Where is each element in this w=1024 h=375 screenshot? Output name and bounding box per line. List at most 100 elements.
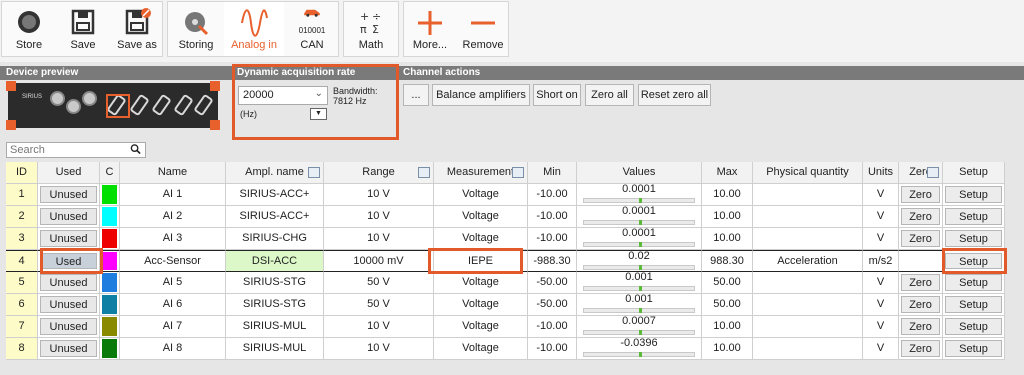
used-cell[interactable]: Unused [38,206,100,228]
max-cell[interactable]: 988.30 [702,250,753,272]
color-cell[interactable] [100,250,120,272]
header-name[interactable]: Name [120,162,226,184]
physical-cell[interactable] [753,228,863,250]
search-input[interactable]: Search [6,142,146,158]
range-cell[interactable]: 10 V [324,316,434,338]
name-cell[interactable]: AI 3 [120,228,226,250]
ampl-cell[interactable]: SIRIUS-MUL [226,338,324,360]
header-physical[interactable]: Physical quantity [753,162,863,184]
min-cell[interactable]: -50.00 [528,272,577,294]
measurement-cell[interactable]: Voltage [434,272,528,294]
used-cell[interactable]: Unused [38,338,100,360]
range-cell[interactable]: 10 V [324,228,434,250]
id-cell[interactable]: 8 [6,338,38,360]
more-actions-button[interactable]: ... [403,84,429,106]
range-cell[interactable]: 10 V [324,338,434,360]
name-cell[interactable]: AI 2 [120,206,226,228]
color-swatch[interactable] [102,185,117,204]
setup-button[interactable]: Setup [945,318,1002,335]
name-cell[interactable]: AI 5 [120,272,226,294]
setup-button[interactable]: Setup [945,230,1002,247]
id-cell[interactable]: 2 [6,206,38,228]
header-range[interactable]: Range [324,162,434,184]
used-cell[interactable]: Unused [38,294,100,316]
header-measurement[interactable]: Measurement [434,162,528,184]
used-cell[interactable]: Unused [38,316,100,338]
setup-cell[interactable]: Setup [943,184,1005,206]
name-cell[interactable]: AI 6 [120,294,226,316]
setup-button[interactable]: Setup [945,208,1002,225]
id-cell[interactable]: 7 [6,316,38,338]
min-cell[interactable]: -10.00 [528,206,577,228]
max-cell[interactable]: 10.00 [702,316,753,338]
max-cell[interactable]: 10.00 [702,338,753,360]
id-cell[interactable]: 1 [6,184,38,206]
analog-in-button[interactable]: Analog in [224,2,284,56]
header-ampl[interactable]: Ampl. name [226,162,324,184]
setup-cell[interactable]: Setup [943,294,1005,316]
units-cell[interactable]: V [863,294,899,316]
id-cell[interactable]: 4 [6,250,38,272]
setup-button[interactable]: Setup [945,274,1002,291]
store-button[interactable]: Store [2,2,56,56]
header-setup[interactable]: Setup [943,162,1005,184]
units-cell[interactable]: V [863,184,899,206]
column-filter-icon[interactable] [512,167,524,178]
physical-cell[interactable]: Acceleration [753,250,863,272]
color-swatch[interactable] [102,229,117,248]
used-toggle[interactable]: Unused [40,186,97,203]
used-toggle[interactable]: Unused [40,208,97,225]
physical-cell[interactable] [753,338,863,360]
ampl-cell[interactable]: DSI-ACC [226,250,324,272]
used-cell[interactable]: Used [38,250,100,272]
used-cell[interactable]: Unused [38,272,100,294]
ampl-cell[interactable]: SIRIUS-ACC+ [226,184,324,206]
column-filter-icon[interactable] [418,167,430,178]
setup-cell[interactable]: Setup [943,316,1005,338]
range-cell[interactable]: 10 V [324,184,434,206]
physical-cell[interactable] [753,206,863,228]
can-button[interactable]: 010001 CAN [284,2,340,56]
max-cell[interactable]: 10.00 [702,184,753,206]
measurement-cell[interactable]: IEPE [434,250,528,272]
reset-zero-all-button[interactable]: Reset zero all [638,84,711,106]
setup-cell[interactable]: Setup [943,206,1005,228]
remove-button[interactable]: Remove [456,2,510,56]
setup-button[interactable]: Setup [945,186,1002,203]
color-cell[interactable] [100,294,120,316]
used-cell[interactable]: Unused [38,228,100,250]
color-cell[interactable] [100,316,120,338]
setup-button[interactable]: Setup [945,340,1002,357]
zero-button[interactable]: Zero [901,340,940,357]
zero-cell[interactable]: Zero [899,316,943,338]
rate-select[interactable]: 20000 ⌄ [238,86,328,105]
storing-button[interactable]: Storing [168,2,224,56]
measurement-cell[interactable]: Voltage [434,228,528,250]
physical-cell[interactable] [753,294,863,316]
id-cell[interactable]: 5 [6,272,38,294]
column-filter-icon[interactable] [308,167,320,178]
min-cell[interactable]: -988.30 [528,250,577,272]
zero-button[interactable]: Zero [901,296,940,313]
used-toggle[interactable]: Unused [40,230,97,247]
units-cell[interactable]: V [863,272,899,294]
name-cell[interactable]: AI 7 [120,316,226,338]
used-toggle[interactable]: Unused [40,296,97,313]
name-cell[interactable]: AI 1 [120,184,226,206]
units-cell[interactable]: V [863,338,899,360]
color-swatch[interactable] [102,339,117,358]
physical-cell[interactable] [753,184,863,206]
ampl-cell[interactable]: SIRIUS-STG [226,272,324,294]
id-cell[interactable]: 6 [6,294,38,316]
max-cell[interactable]: 10.00 [702,206,753,228]
used-toggle[interactable]: Unused [40,274,97,291]
color-swatch[interactable] [102,207,117,226]
min-cell[interactable]: -50.00 [528,294,577,316]
unit-dropdown-button[interactable]: ▼ [310,108,327,120]
measurement-cell[interactable]: Voltage [434,338,528,360]
range-cell[interactable]: 10 V [324,206,434,228]
used-cell[interactable]: Unused [38,184,100,206]
units-cell[interactable]: V [863,206,899,228]
color-cell[interactable] [100,272,120,294]
max-cell[interactable]: 10.00 [702,228,753,250]
